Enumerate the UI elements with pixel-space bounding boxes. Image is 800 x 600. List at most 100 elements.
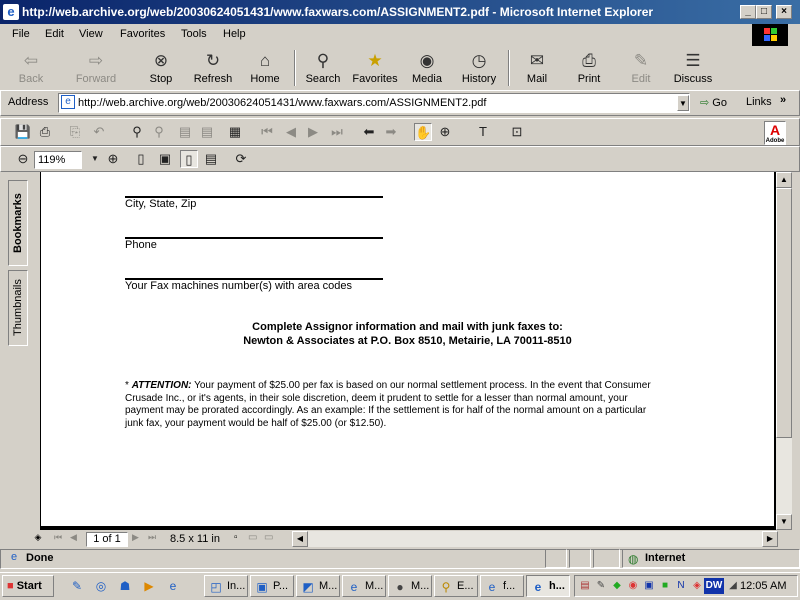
address-dropdown-button[interactable]: ▼ (677, 95, 689, 111)
tray-icon[interactable]: ◉ (626, 578, 640, 594)
start-button[interactable]: ■ Start (2, 575, 54, 597)
quicklaunch-icon[interactable]: ◎ (92, 578, 110, 594)
edit-button[interactable]: ✎ Edit (615, 48, 667, 88)
scroll-thumb[interactable] (776, 188, 792, 438)
first-page-icon[interactable]: ⏮ (54, 532, 62, 543)
fit-width-icon[interactable]: ▯ (180, 150, 198, 168)
next-page-icon[interactable]: ▶ (304, 123, 322, 141)
chevron-right-icon[interactable]: » (780, 94, 786, 106)
text-select-icon[interactable]: T (474, 123, 492, 141)
tray-icon[interactable]: ◆ (610, 578, 624, 594)
zoom-in-icon[interactable]: ⊕ (104, 150, 122, 168)
maximize-button[interactable]: □ (756, 5, 772, 19)
taskbar-task[interactable]: ◰ In... (204, 575, 248, 597)
split-icon[interactable]: ◈ (30, 532, 46, 546)
quicklaunch-icon[interactable]: ☗ (116, 578, 134, 594)
menu-help[interactable]: Help (223, 28, 246, 40)
back-button[interactable]: ⇦ Back (5, 48, 57, 88)
forward-button[interactable]: ⇨ Forward (70, 48, 122, 88)
tray-icon[interactable]: ■ (658, 578, 672, 594)
zoom-out-icon[interactable]: ⊖ (14, 150, 32, 168)
mail-button[interactable]: ✉ Mail (511, 48, 563, 88)
search-icon[interactable]: ⚲ (150, 123, 168, 141)
stop-button[interactable]: ⊗ Stop (135, 48, 187, 88)
tray-icon[interactable]: N (674, 578, 688, 594)
menu-file[interactable]: File (12, 28, 30, 40)
taskbar-task[interactable]: ● M... (388, 575, 432, 597)
menu-view[interactable]: View (79, 28, 103, 40)
scroll-left-button[interactable]: ◀ (292, 531, 308, 547)
home-button[interactable]: ⌂ Home (239, 48, 291, 88)
copy-icon[interactable]: ⎘ (66, 123, 84, 141)
taskbar-task[interactable]: ⚲ E... (434, 575, 478, 597)
show-navigation-icon[interactable]: ▦ (226, 123, 244, 141)
task-icon: e (534, 580, 542, 594)
fit-page-icon[interactable]: ▣ (156, 150, 174, 168)
pdf-page[interactable]: City, State, Zip Phone Your Fax machines… (41, 172, 774, 526)
go-button[interactable]: ⇨ Go (700, 96, 727, 109)
tray-icon[interactable]: ◈ (690, 578, 704, 594)
title-bar[interactable]: e http://web.archive.org/web/20030624051… (0, 0, 800, 24)
prev-view-icon[interactable]: ▤ (176, 123, 194, 141)
tray-icon[interactable]: ▣ (642, 578, 656, 594)
horizontal-scrollbar[interactable]: ◀ ▶ (292, 531, 778, 547)
volume-icon[interactable]: ◢ (726, 578, 740, 594)
refresh-button[interactable]: ↻ Refresh (187, 48, 239, 88)
refresh-icon: ↻ (205, 51, 221, 70)
tray-icon[interactable]: ✎ (594, 578, 608, 594)
close-button[interactable]: × (776, 5, 792, 19)
taskbar-task[interactable]: e M... (342, 575, 386, 597)
previous-page-icon[interactable]: ◀ (70, 532, 77, 543)
taskbar-task[interactable]: e f... (480, 575, 524, 597)
facing-icon[interactable]: ▭ (264, 532, 273, 543)
quicklaunch-icon[interactable]: ✎ (68, 578, 86, 594)
find-icon[interactable]: ⚲ (128, 123, 146, 141)
single-page-icon[interactable]: ▫ (234, 532, 238, 543)
ie-quicklaunch-icon[interactable]: e (164, 578, 182, 594)
media-button[interactable]: ◉ Media (401, 48, 453, 88)
scroll-right-button[interactable]: ▶ (762, 531, 778, 547)
taskbar-task[interactable]: ◩ M... (296, 575, 340, 597)
menu-favorites[interactable]: Favorites (120, 28, 165, 40)
go-back-icon[interactable]: ⬅ (360, 123, 378, 141)
zoom-tool-icon[interactable]: ⊕ (436, 123, 454, 141)
snapshot-icon[interactable]: ⊡ (508, 123, 526, 141)
scroll-up-button[interactable]: ▲ (776, 172, 792, 188)
taskbar-task-active[interactable]: e h... (526, 575, 570, 597)
rotate-view-icon[interactable]: ⟳ (232, 150, 250, 168)
history-button[interactable]: ◷ History (453, 48, 505, 88)
scroll-down-button[interactable]: ▼ (776, 514, 792, 530)
minimize-button[interactable]: _ (740, 5, 756, 19)
zoom-input[interactable]: 119% (34, 151, 82, 169)
quicklaunch-icon[interactable]: ▶ (140, 578, 158, 594)
go-forward-icon[interactable]: ➡ (382, 123, 400, 141)
tab-bookmarks[interactable]: Bookmarks (8, 180, 28, 266)
fit-visible-icon[interactable]: ▤ (202, 150, 220, 168)
first-page-icon[interactable]: ⏮ (258, 123, 276, 141)
next-page-icon[interactable]: ▶ (132, 532, 139, 543)
links-button[interactable]: Links (746, 96, 772, 108)
undo-icon[interactable]: ↶ (90, 123, 108, 141)
print-icon[interactable]: ⎙ (36, 123, 54, 141)
hand-tool-icon[interactable]: ✋ (414, 123, 432, 141)
taskbar-task[interactable]: ▣ P... (250, 575, 294, 597)
last-page-icon[interactable]: ⏭ (148, 532, 156, 543)
tray-icon[interactable]: ▤ (578, 578, 592, 594)
discuss-button[interactable]: ☰ Discuss (667, 48, 719, 88)
zone-label: Internet (645, 552, 686, 564)
zoom-dropdown-icon[interactable]: ▼ (86, 150, 104, 168)
save-icon[interactable]: 💾 (14, 123, 32, 141)
previous-page-icon[interactable]: ◀ (282, 123, 300, 141)
actual-size-icon[interactable]: ▯ (132, 150, 150, 168)
tab-thumbnails[interactable]: Thumbnails (8, 270, 28, 346)
menu-tools[interactable]: Tools (181, 28, 207, 40)
print-button[interactable]: ⎙ Print (563, 48, 615, 88)
search-button[interactable]: ⚲ Search (297, 48, 349, 88)
page-number-field[interactable]: 1 of 1 (86, 532, 128, 547)
next-view-icon[interactable]: ▤ (198, 123, 216, 141)
tray-icon[interactable]: DW (704, 578, 724, 594)
continuous-icon[interactable]: ▭ (248, 532, 257, 543)
menu-edit[interactable]: Edit (45, 28, 64, 40)
favorites-button[interactable]: ★ Favorites (349, 48, 401, 88)
last-page-icon[interactable]: ⏭ (328, 123, 346, 141)
